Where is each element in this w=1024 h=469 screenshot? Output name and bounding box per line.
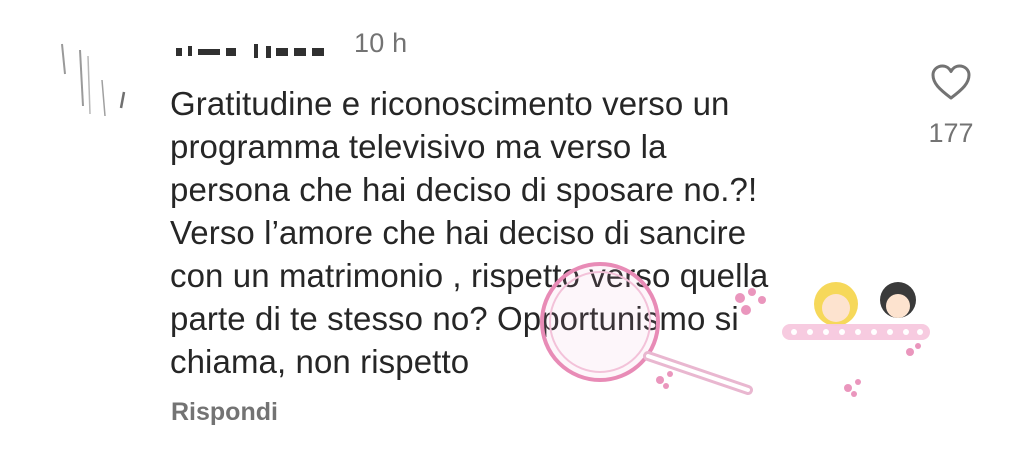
like-section: 177 — [920, 62, 982, 149]
heart-outline-icon[interactable] — [929, 62, 973, 102]
username-obscured[interactable] — [170, 34, 340, 60]
avatar-image — [61, 43, 126, 117]
comment-item: 10 h Gratitudine e riconoscimento verso … — [0, 0, 1024, 469]
comment-text: Gratitudine e riconoscimento verso un pr… — [170, 85, 769, 380]
reply-button[interactable]: Rispondi — [171, 398, 278, 427]
comment-timestamp: 10 h — [354, 28, 408, 58]
user-avatar[interactable] — [52, 36, 136, 128]
like-count: 177 — [928, 118, 974, 148]
